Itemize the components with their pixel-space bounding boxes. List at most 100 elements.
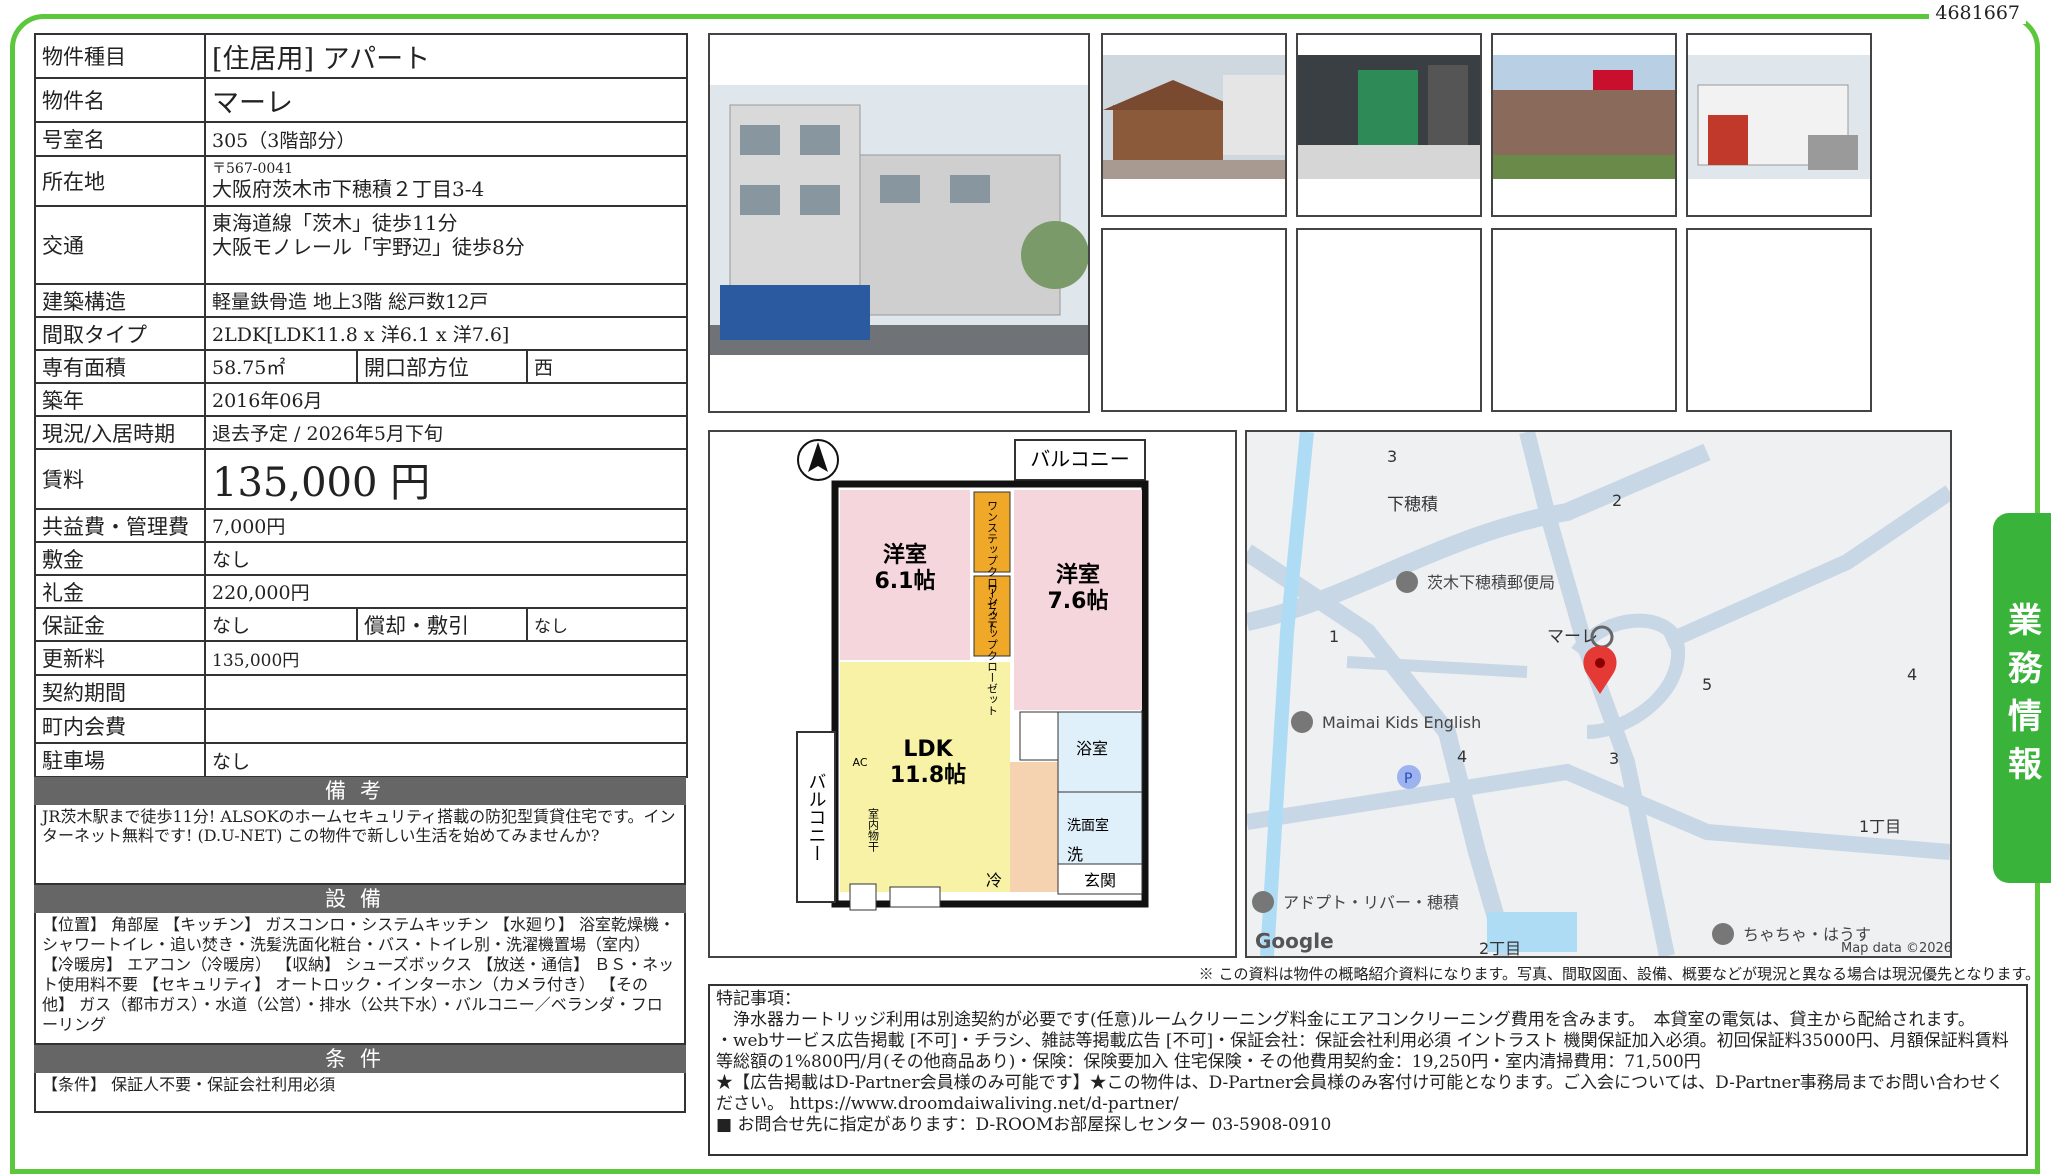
layout-label: 間取タイプ [34,316,206,351]
structure-value: 軽量鉄骨造 地上3階 総戸数12戸 [204,283,688,318]
thumb-4[interactable] [1686,33,1872,217]
map-label-2chome: 2丁目 [1479,939,1521,956]
building-photo-image [710,35,1088,411]
rent-label: 賃料 [34,448,206,510]
map-label-post-office: 茨木下穂積郵便局 [1427,573,1555,592]
north-arrow [808,442,828,472]
floor-plan-drawing: バルコニー 洋室 6.1帖 洋室 7.6帖 LDK 11.8帖 浴室 洗面室 洗… [796,439,1149,911]
built-value: 2016年06月 [204,382,688,417]
notes-line-3: ・webサービス広告掲載 [不可]・チラシ、雑誌等掲載広告 [不可]・保証会社：… [716,1031,2009,1072]
built-label: 築年 [34,382,206,417]
keymoney-value: 220,000円 [204,574,688,609]
ldk-label: LDK [903,737,953,762]
map-drawing: 下穂積 茨木下穂積郵便局 マーレ Maimai Kids English P ア… [1247,432,1950,956]
ac-label: AC [852,756,867,769]
school-icon [1291,711,1313,733]
post-office-photo [1688,55,1870,179]
svg-text:3: 3 [1387,447,1397,466]
room1-label: 洋室 [883,542,927,568]
map-label-1chome: 1丁目 [1859,817,1901,836]
area-value: 58.75㎡ [204,349,358,384]
document-id: 4681667 [1929,2,2026,24]
status-value: 退去予定 / 2026年5月下旬 [204,415,688,450]
property-info-table: 物件種目 [住居用] アパート 物件名 マーレ 号室名 305（3階部分） 所在地 〒5… [34,33,688,778]
svg-text:3: 3 [1609,749,1619,768]
washroom-label: 洗面室 [1067,817,1109,834]
svg-text:4: 4 [1907,665,1917,684]
contract-value [204,674,688,710]
closet2-label: ワンステップクローゼット [986,584,999,716]
address-label: 所在地 [34,155,206,207]
transport-line-1: 東海道線「茨木」徒歩11分 [212,211,458,235]
fee-value: 7,000円 [204,508,688,543]
layout-value: 2LDK[LDK11.8 x 洋6.1 x 洋7.6] [204,316,688,351]
svg-text:5: 5 [1702,675,1712,694]
bath-label: 浴室 [1076,739,1108,758]
thumb-6 [1296,228,1482,412]
guarantee-value: なし [204,607,358,642]
transport-line-2: 大阪モノレール「宇野辺」徒歩8分 [212,235,525,259]
thumb-5 [1101,228,1287,412]
notes-line-2: 浄水器カートリッジ利用は別途契約が必要です(任意)ルームクリーニング料金にエアコ… [716,1010,1975,1030]
svg-text:4: 4 [1457,747,1467,766]
type-value: [住居用] アパート [204,33,688,79]
postal-code: 〒567-0041 [212,161,294,177]
rent-value: 135,000 円 [204,448,688,510]
floor-plan[interactable]: バルコニー 洋室 6.1帖 洋室 7.6帖 LDK 11.8帖 浴室 洗面室 洗… [708,430,1237,958]
transport-cell: 東海道線「茨木」徒歩11分 大阪モノレール「宇野辺」徒歩8分 [204,205,688,285]
business-info-tab[interactable]: 業務情報 [1993,513,2051,883]
deposit-label: 敷金 [34,541,206,576]
status-label: 現況/入居時期 [34,415,206,450]
place-icon-1 [1252,891,1274,913]
entrance-label: 玄関 [1084,871,1116,890]
thumb-1[interactable] [1101,33,1287,217]
conditions-header: 条件 [34,1045,686,1073]
deposit-value: なし [204,541,688,576]
special-notes: 特記事項： 浄水器カートリッジ利用は別途契約が必要です(任意)ルームクリーニング… [708,984,2028,1156]
type-label: 物件種目 [34,33,206,79]
svg-text:1: 1 [1329,627,1339,646]
map-label-shimohozumi: 下穂積 [1387,495,1438,515]
building-photo[interactable] [708,33,1090,413]
thumb-3[interactable] [1491,33,1677,217]
remarks-header: 備考 [34,777,686,805]
shopping-mall-photo [1493,55,1675,179]
parking-label: 駐車場 [34,742,206,778]
fee-label: 共益費・管理費 [34,508,206,543]
notes-line-4: ★【広告掲載はD-Partner会員様のみ可能です】★この物件は、D-Partn… [716,1073,2004,1114]
parking-value: なし [204,742,688,778]
name-value: マーレ [204,77,688,123]
post-office-icon [1396,571,1418,593]
wash-label: 洗 [1067,845,1083,864]
disclaimer: ※ この資料は物件の概略紹介資料になります。写真、間取図面、設備、概要などが現況… [1198,965,2040,983]
room2-size: 7.6帖 [1048,589,1109,614]
transport-label: 交通 [34,205,206,285]
equipment-header: 設備 [34,885,686,913]
svg-text:2: 2 [1612,491,1622,510]
place-icon-2 [1712,923,1734,945]
area-label: 専有面積 [34,349,206,384]
thumb-8 [1686,228,1872,412]
facing-value: 西 [526,349,688,384]
indoor-dry-label: 室内物干 [867,807,880,853]
balcony-top-label: バルコニー [1030,447,1130,471]
remarks-text: JR茨木駅まで徒歩11分! ALSOKのホームセキュリティ搭載の防犯型賃貸住宅で… [34,805,686,885]
map-label-adopt-river: アドプト・リバー・穂積 [1283,893,1459,912]
station-photo [1103,55,1285,179]
facing-label: 開口部方位 [356,349,528,384]
town-fee-value [204,708,688,744]
toilet [1019,711,1059,761]
renewal-value: 135,000円 [204,640,688,676]
map-label-property: マーレ [1547,627,1598,647]
equipment-text: 【位置】 角部屋 【キッチン】 ガスコンロ・システムキッチン 【水廻り】 浴室乾… [34,913,686,1045]
renewal-label: 更新料 [34,640,206,676]
address-value: 大阪府茨木市下穂積２丁目3-4 [212,177,485,201]
notes-line-5: ■ お問合せ先に指定があります：D-ROOMお部屋探しセンター 03-5908-… [716,1115,1332,1135]
conditions-text: 【条件】 保証人不要・保証会社利用必須 [34,1073,686,1113]
map-label-kids-english: Maimai Kids English [1322,713,1481,732]
location-map[interactable]: 下穂積 茨木下穂積郵便局 マーレ Maimai Kids English P ア… [1245,430,1952,958]
svg-text:P: P [1404,771,1412,787]
thumb-2[interactable] [1296,33,1482,217]
ldk-size: 11.8帖 [890,763,966,788]
room1-size: 6.1帖 [875,569,936,594]
